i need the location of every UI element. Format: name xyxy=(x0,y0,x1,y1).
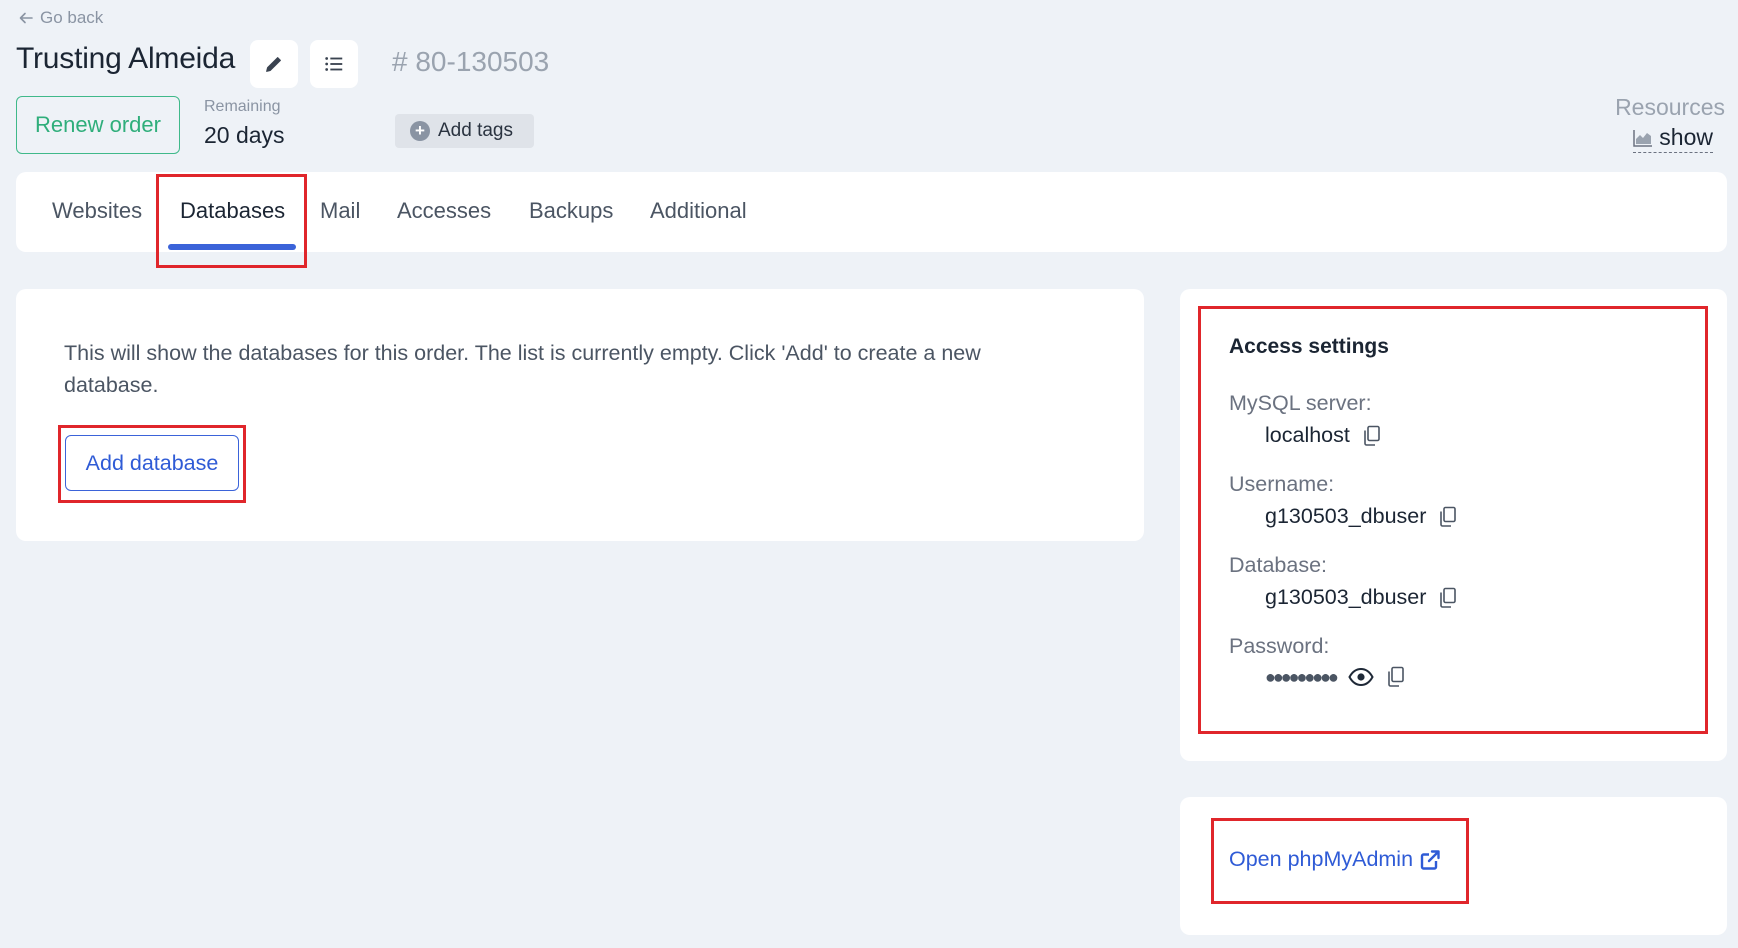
database-value: g130503_dbuser xyxy=(1265,585,1458,610)
pencil-icon xyxy=(266,57,281,72)
databases-panel: This will show the databases for this or… xyxy=(16,289,1144,541)
plus-circle-icon: + xyxy=(410,121,430,141)
open-phpmyadmin-link[interactable]: Open phpMyAdmin xyxy=(1229,847,1441,872)
external-link-icon xyxy=(1420,849,1440,870)
password-label: Password: xyxy=(1229,634,1330,658)
remaining-value: 20 days xyxy=(204,122,285,148)
list-icon xyxy=(325,57,343,71)
resources-show-link[interactable]: show xyxy=(1633,124,1713,153)
renew-order-button[interactable]: Renew order xyxy=(16,96,180,154)
area-chart-icon xyxy=(1633,129,1653,147)
access-settings-card: Access settings MySQL server: localhost … xyxy=(1180,289,1727,761)
database-label: Database: xyxy=(1229,553,1328,577)
page-title: Trusting Almeida xyxy=(16,42,236,75)
copy-icon[interactable] xyxy=(1438,587,1458,609)
phpmyadmin-card: Open phpMyAdmin xyxy=(1180,797,1727,935)
tab-accesses[interactable]: Accesses xyxy=(397,198,491,224)
username-text: g130503_dbuser xyxy=(1265,504,1427,528)
edit-button[interactable] xyxy=(250,40,298,88)
tab-websites[interactable]: Websites xyxy=(52,198,142,224)
mysql-server-text: localhost xyxy=(1265,423,1350,447)
mysql-server-value: localhost xyxy=(1265,423,1382,448)
active-tab-indicator xyxy=(168,244,296,250)
go-back-link[interactable]: Go back xyxy=(18,8,103,28)
copy-icon[interactable] xyxy=(1438,506,1458,528)
tab-mail[interactable]: Mail xyxy=(320,198,360,224)
open-phpmyadmin-label: Open phpMyAdmin xyxy=(1229,847,1414,871)
resources-show-label: show xyxy=(1659,124,1713,150)
mysql-server-label: MySQL server: xyxy=(1229,391,1372,415)
add-database-button[interactable]: Add database xyxy=(65,435,239,491)
copy-icon[interactable] xyxy=(1386,666,1406,688)
go-back-label: Go back xyxy=(40,8,104,27)
arrow-left-icon xyxy=(19,12,33,24)
eye-icon[interactable] xyxy=(1348,667,1374,687)
order-id: # 80-130503 xyxy=(392,46,550,77)
resources-label: Resources xyxy=(1615,94,1725,120)
database-text: g130503_dbuser xyxy=(1265,585,1427,609)
tab-databases[interactable]: Databases xyxy=(180,198,285,224)
username-value: g130503_dbuser xyxy=(1265,504,1458,529)
password-value: ●●●●●●●●● xyxy=(1265,666,1406,688)
tabs-bar: Websites Databases Mail Accesses Backups… xyxy=(16,172,1727,252)
password-masked: ●●●●●●●●● xyxy=(1265,666,1339,687)
add-tags-button[interactable]: + Add tags xyxy=(395,114,534,148)
remaining-label: Remaining xyxy=(204,98,281,115)
page: Go back Trusting Almeida # 80-130503 Ren… xyxy=(0,0,1738,948)
add-tags-label: Add tags xyxy=(438,120,513,141)
list-button[interactable] xyxy=(310,40,358,88)
tab-backups[interactable]: Backups xyxy=(529,198,613,224)
empty-state-text: This will show the databases for this or… xyxy=(64,341,981,397)
copy-icon[interactable] xyxy=(1362,425,1382,447)
tab-additional[interactable]: Additional xyxy=(650,198,747,224)
access-settings-title: Access settings xyxy=(1229,335,1389,358)
username-label: Username: xyxy=(1229,472,1335,496)
